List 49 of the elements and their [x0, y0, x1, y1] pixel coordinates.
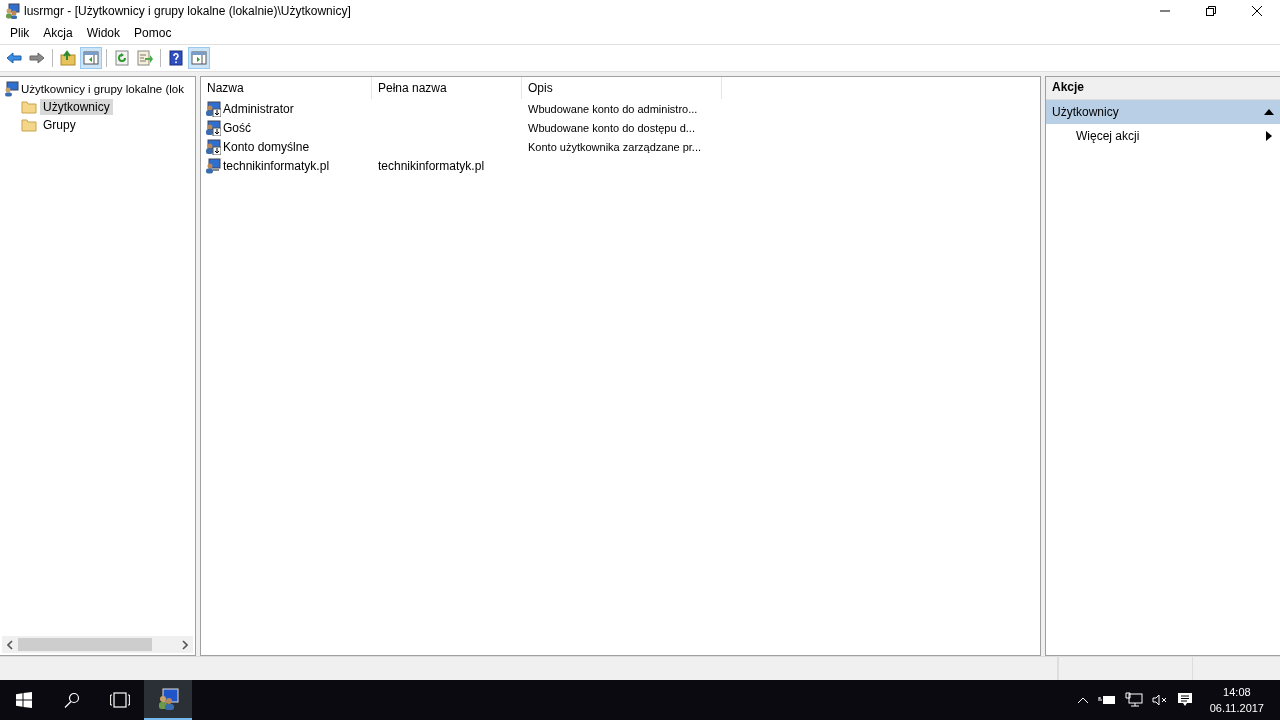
tree-item[interactable]: Użytkownicy: [40, 99, 113, 115]
table-cell: Konto użytkownika zarządzane pr...: [528, 140, 702, 153]
window-title: lusrmgr - [Użytkownicy i grupy lokalne (lokalnie)\Użytkownicy]: [24, 4, 351, 18]
tree-item[interactable]: Grupy: [40, 117, 79, 133]
users-app-icon: [4, 3, 20, 19]
battery-icon[interactable]: [1097, 694, 1116, 706]
scroll-right-icon: [182, 639, 188, 650]
folder-icon: [21, 99, 37, 115]
menu-item[interactable]: Akcja: [36, 26, 80, 40]
table-cell[interactable]: Konto domyślne: [223, 139, 310, 154]
user-monitor-icon: [205, 157, 221, 174]
chevron-up-icon[interactable]: [1076, 696, 1089, 704]
menu-item[interactable]: Plik: [3, 26, 37, 40]
taskbar-app-button[interactable]: [144, 680, 192, 720]
users-app-icon: [156, 687, 180, 711]
table-cell[interactable]: technikinformatyk.pl: [223, 158, 330, 173]
task-view-icon: [110, 692, 130, 708]
table-cell[interactable]: Gość: [223, 120, 251, 135]
horizontal-scrollbar[interactable]: [2, 636, 193, 653]
column-header[interactable]: Pełna nazwa: [372, 77, 522, 99]
column-header[interactable]: Opis: [522, 77, 722, 99]
network-icon[interactable]: [1124, 692, 1143, 708]
computer-users-icon: [3, 81, 19, 97]
table-cell: Wbudowane konto do dostępu d...: [528, 121, 695, 134]
muted-speaker-icon[interactable]: [1151, 693, 1168, 707]
menu-item[interactable]: Pomoc: [127, 26, 179, 40]
user-download-icon: [205, 100, 221, 117]
taskbar-clock[interactable]: 14:08 06.11.2017: [1209, 684, 1264, 716]
folder-icon: [21, 117, 37, 133]
restore-icon: [1206, 6, 1216, 16]
scroll-left-icon: [7, 639, 13, 650]
windows-logo-icon: [16, 692, 32, 708]
action-item[interactable]: Więcej akcji: [1046, 124, 1280, 147]
search-icon: [64, 692, 80, 708]
collapse-icon: [1264, 109, 1274, 115]
export-list-button[interactable]: [134, 47, 156, 69]
tree-item[interactable]: Użytkownicy i grupy lokalne (lok: [20, 82, 185, 96]
column-header[interactable]: Nazwa: [201, 77, 372, 99]
actions-header: Akcje: [1046, 77, 1280, 100]
table-cell[interactable]: Administrator: [223, 101, 294, 116]
user-download-icon: [205, 119, 221, 136]
console-tree-button[interactable]: [80, 47, 102, 69]
user-download-icon: [205, 138, 221, 155]
actions-section-header[interactable]: Użytkownicy: [1046, 100, 1280, 124]
table-cell: Wbudowane konto do administro...: [528, 102, 698, 115]
close-icon: [1252, 6, 1262, 16]
notification-icon[interactable]: [1176, 692, 1193, 708]
menu-item[interactable]: Widok: [79, 26, 128, 40]
table-cell: technikinformatyk.pl: [378, 158, 485, 173]
